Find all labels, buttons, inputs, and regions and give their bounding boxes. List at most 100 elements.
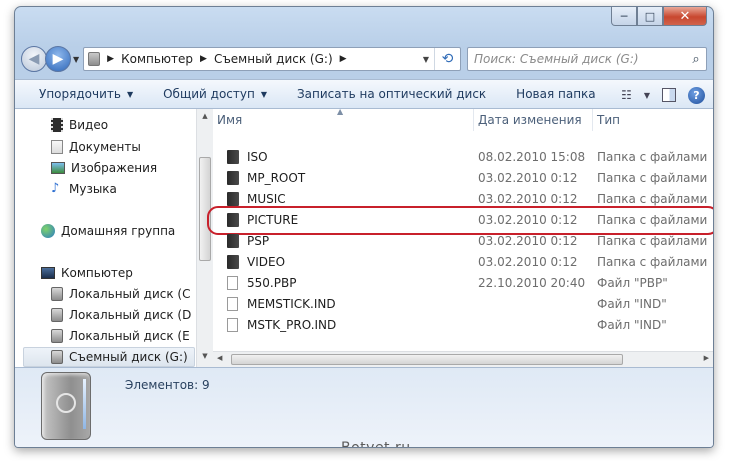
file-row[interactable]: ISO 08.02.2010 15:08 Папка с файлами (213, 147, 713, 168)
nav-item-label: Документы (69, 140, 141, 154)
nav-item-label: Домашняя группа (61, 224, 176, 238)
nav-item-label: Съемный диск (G:) (69, 350, 188, 364)
homegroup-icon (41, 224, 55, 238)
drive-icon (51, 350, 63, 364)
back-button[interactable]: ◀ (21, 46, 47, 72)
search-icon[interactable]: ⌕ (686, 52, 706, 67)
file-type: Папка с файлами (597, 192, 708, 206)
nav-item-drive-e[interactable]: Локальный диск (E (51, 326, 190, 346)
close-button[interactable]: ✕ (663, 7, 707, 26)
chevron-right-icon[interactable]: ▶ (107, 54, 114, 64)
file-name-cell: MP_ROOT (217, 171, 305, 185)
caption-buttons: ─ □ ✕ (611, 7, 707, 27)
file-row[interactable]: PICTURE 03.02.2010 0:12 Папка с файлами (207, 206, 713, 235)
horizontal-scrollbar[interactable]: ◀ ▶ (213, 351, 713, 367)
file-row[interactable]: MP_ROOT 03.02.2010 0:12 Папка с файлами (213, 168, 713, 189)
refresh-icon[interactable]: ⟲ (434, 48, 460, 70)
recent-pages-dropdown[interactable]: ▼ (73, 55, 79, 64)
share-button[interactable]: Общий доступ ▼ (163, 87, 267, 101)
file-row[interactable]: MEMSTICK.IND Файл "IND" (213, 294, 713, 315)
column-headers: ▲ Имя Дата изменения Тип (213, 107, 713, 131)
nav-item-homegroup[interactable]: Домашняя группа (41, 221, 175, 241)
file-date: 03.02.2010 0:12 (478, 171, 578, 185)
column-header-date[interactable]: Дата изменения (474, 109, 593, 131)
file-date: 03.02.2010 0:12 (478, 234, 578, 248)
column-header-name[interactable]: Имя (213, 109, 474, 131)
address-dropdown-icon[interactable]: ▼ (418, 55, 434, 64)
explorer-window: ─ □ ✕ ◀ ▶ ▼ ▶ Компьютер ▶ Съемный диск (… (14, 6, 714, 448)
scrollbar-thumb[interactable] (231, 354, 623, 365)
nav-item-drive-c[interactable]: Локальный диск (C (51, 284, 190, 304)
breadcrumb-removable-drive[interactable]: Съемный диск (G:) (214, 52, 333, 66)
nav-item-drive-d[interactable]: Локальный диск (D (51, 305, 191, 325)
nav-item-drive-g[interactable]: Съемный диск (G:) (23, 347, 195, 367)
file-name-cell: ISO (217, 150, 268, 164)
breadcrumb-computer[interactable]: Компьютер (121, 52, 193, 66)
folder-icon (227, 171, 239, 185)
details-pane: Элементов: 9 Botvet.ru (15, 367, 713, 447)
help-icon[interactable]: ? (688, 86, 705, 104)
file-row[interactable]: 550.PBP 22.10.2010 20:40 Файл "PBP" (213, 273, 713, 294)
file-row[interactable]: PSP 03.02.2010 0:12 Папка с файлами (213, 231, 713, 252)
removable-drive-icon (41, 372, 91, 440)
nav-item-label: Локальный диск (C (69, 287, 191, 301)
share-label: Общий доступ (163, 87, 255, 101)
chevron-down-icon: ▼ (260, 89, 267, 99)
minimize-button[interactable]: ─ (611, 7, 637, 26)
file-row[interactable]: MSTK_PRO.IND Файл "IND" (213, 315, 713, 336)
item-count: Элементов: 9 (125, 378, 210, 392)
command-bar: Упорядочить ▼ Общий доступ ▼ Записать на… (15, 79, 713, 109)
address-bar[interactable]: ▶ Компьютер ▶ Съемный диск (G:) ▶ ▼ ⟲ (83, 47, 461, 71)
forward-button[interactable]: ▶ (45, 46, 71, 72)
nav-item-music[interactable]: ♪ Музыка (51, 179, 117, 199)
organize-label: Упорядочить (39, 87, 121, 101)
organize-button[interactable]: Упорядочить ▼ (39, 87, 133, 101)
nav-item-documents[interactable]: Документы (51, 137, 141, 157)
new-folder-label: Новая папка (516, 87, 596, 101)
nav-item-computer[interactable]: Компьютер (41, 263, 133, 283)
file-row[interactable]: VIDEO 03.02.2010 0:12 Папка с файлами (213, 252, 713, 273)
nav-item-label: Компьютер (61, 266, 133, 280)
drive-icon (51, 308, 63, 322)
scrollbar-thumb[interactable] (199, 157, 211, 261)
chevron-down-icon[interactable]: ▼ (644, 91, 650, 100)
nav-item-video[interactable]: Видео (51, 115, 108, 135)
navigation-scrollbar[interactable]: ▲ ▼ (196, 109, 213, 367)
chevron-right-icon[interactable]: ▶ (200, 54, 207, 64)
file-type: Папка с файлами (597, 255, 708, 269)
drive-icon (51, 329, 63, 343)
maximize-button[interactable]: □ (637, 7, 663, 26)
file-date: 08.02.2010 15:08 (478, 150, 586, 164)
file-type: Папка с файлами (597, 213, 708, 227)
nav-item-pictures[interactable]: Изображения (51, 158, 157, 178)
file-row[interactable]: MUSIC 03.02.2010 0:12 Папка с файлами (213, 189, 713, 210)
column-header-type[interactable]: Тип (593, 109, 713, 131)
scroll-left-icon[interactable]: ◀ (217, 354, 222, 362)
views-icon[interactable]: ☷ (621, 88, 632, 102)
new-folder-button[interactable]: Новая папка (516, 87, 595, 101)
file-list-pane: ▲ Имя Дата изменения Тип ISO 08.02.2010 1… (207, 107, 713, 367)
folder-icon (227, 234, 239, 248)
burn-button[interactable]: Записать на оптический диск (297, 87, 486, 101)
chevron-right-icon[interactable]: ▶ (340, 54, 347, 64)
folder-icon (227, 255, 239, 269)
file-name-cell: MEMSTICK.IND (217, 297, 336, 311)
scroll-right-icon[interactable]: ▶ (704, 354, 709, 362)
file-name: ISO (247, 150, 268, 164)
file-date: 22.10.2010 20:40 (478, 276, 586, 290)
preview-pane-icon[interactable] (662, 88, 676, 102)
column-header-label: Имя (217, 113, 243, 127)
navigation-pane: Видео Документы Изображения ♪ Музыка Дом… (15, 109, 196, 367)
scroll-up-icon[interactable]: ▲ (197, 112, 213, 120)
nav-item-label: Видео (69, 118, 109, 132)
column-header-label: Дата изменения (478, 113, 582, 127)
file-name-cell: PSP (217, 234, 269, 248)
address-row: ◀ ▶ ▼ ▶ Компьютер ▶ Съемный диск (G:) ▶ … (21, 45, 707, 73)
file-name-cell: MSTK_PRO.IND (217, 318, 336, 332)
documents-icon (51, 140, 63, 154)
file-name-cell: MUSIC (217, 192, 286, 206)
search-input[interactable]: Поиск: Съемный диск (G:) ⌕ (467, 47, 707, 71)
nav-item-label: Локальный диск (D (69, 308, 192, 322)
content-area: Видео Документы Изображения ♪ Музыка Дом… (15, 107, 713, 367)
scroll-down-icon[interactable]: ▼ (197, 352, 213, 360)
